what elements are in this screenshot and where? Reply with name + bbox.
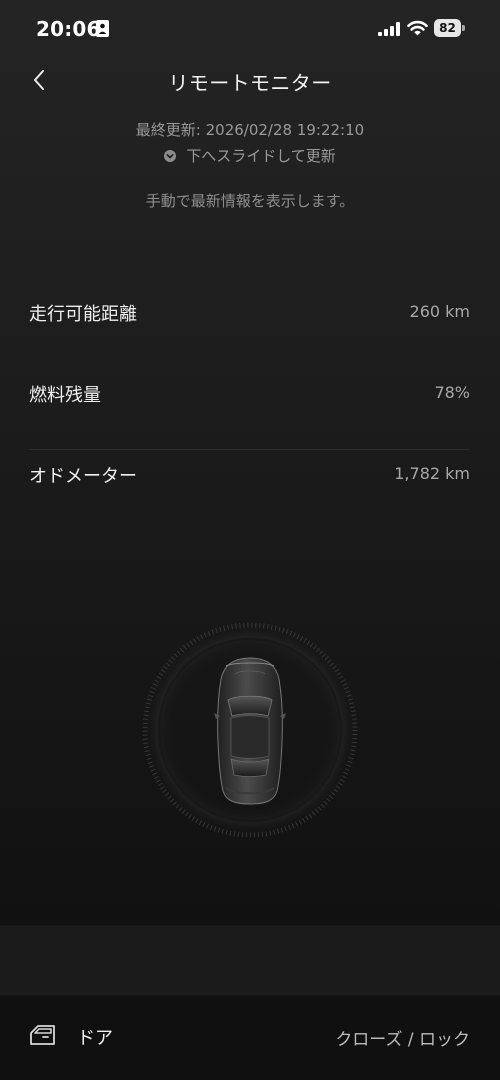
- range-label: 走行可能距離: [29, 304, 137, 325]
- status-bar: 20:06 82: [0, 0, 500, 56]
- metric-row-fuel: 燃料残量 78%: [29, 381, 470, 463]
- range-value: 260 km: [409, 302, 470, 321]
- chevron-down-circle-icon: [164, 149, 177, 162]
- fuel-label: 燃料残量: [29, 385, 101, 406]
- battery-indicator: 82: [434, 19, 466, 37]
- metric-row-odometer: オドメーター 1,782 km: [29, 462, 470, 544]
- battery-tip: [462, 25, 465, 31]
- slide-to-refresh-hint[interactable]: 下へスライドして更新: [0, 145, 500, 166]
- remote-monitor-screen: 20:06 82 リモートモニター 最終更新: 2026/02/28 19:22…: [0, 0, 500, 1080]
- signal-icon: [378, 22, 400, 36]
- wifi-icon: [407, 20, 428, 36]
- status-time: 20:06: [36, 17, 101, 41]
- last-updated-text: 最終更新: 2026/02/28 19:22:10: [135, 121, 365, 139]
- manual-refresh-hint: 手動で最新情報を表示します。: [145, 192, 355, 210]
- fuel-value: 78%: [434, 383, 470, 402]
- id-card-icon: [96, 20, 109, 37]
- metric-divider: [29, 449, 470, 450]
- car-door-icon: [30, 1025, 55, 1045]
- metric-row-range: 走行可能距離 260 km: [29, 300, 470, 382]
- page-title: リモートモニター: [168, 71, 332, 95]
- door-status-bar[interactable]: ドア クローズ / ロック: [0, 996, 500, 1080]
- odometer-label: オドメーター: [29, 466, 137, 487]
- battery-level: 82: [434, 19, 461, 37]
- door-status-value: クローズ / ロック: [335, 1030, 470, 1050]
- slide-hint-text: 下へスライドして更新: [186, 147, 336, 165]
- odometer-value: 1,782 km: [394, 464, 470, 483]
- door-label: ドア: [77, 1028, 113, 1049]
- car-top-view-image: [142, 622, 358, 838]
- car-body: [214, 657, 286, 805]
